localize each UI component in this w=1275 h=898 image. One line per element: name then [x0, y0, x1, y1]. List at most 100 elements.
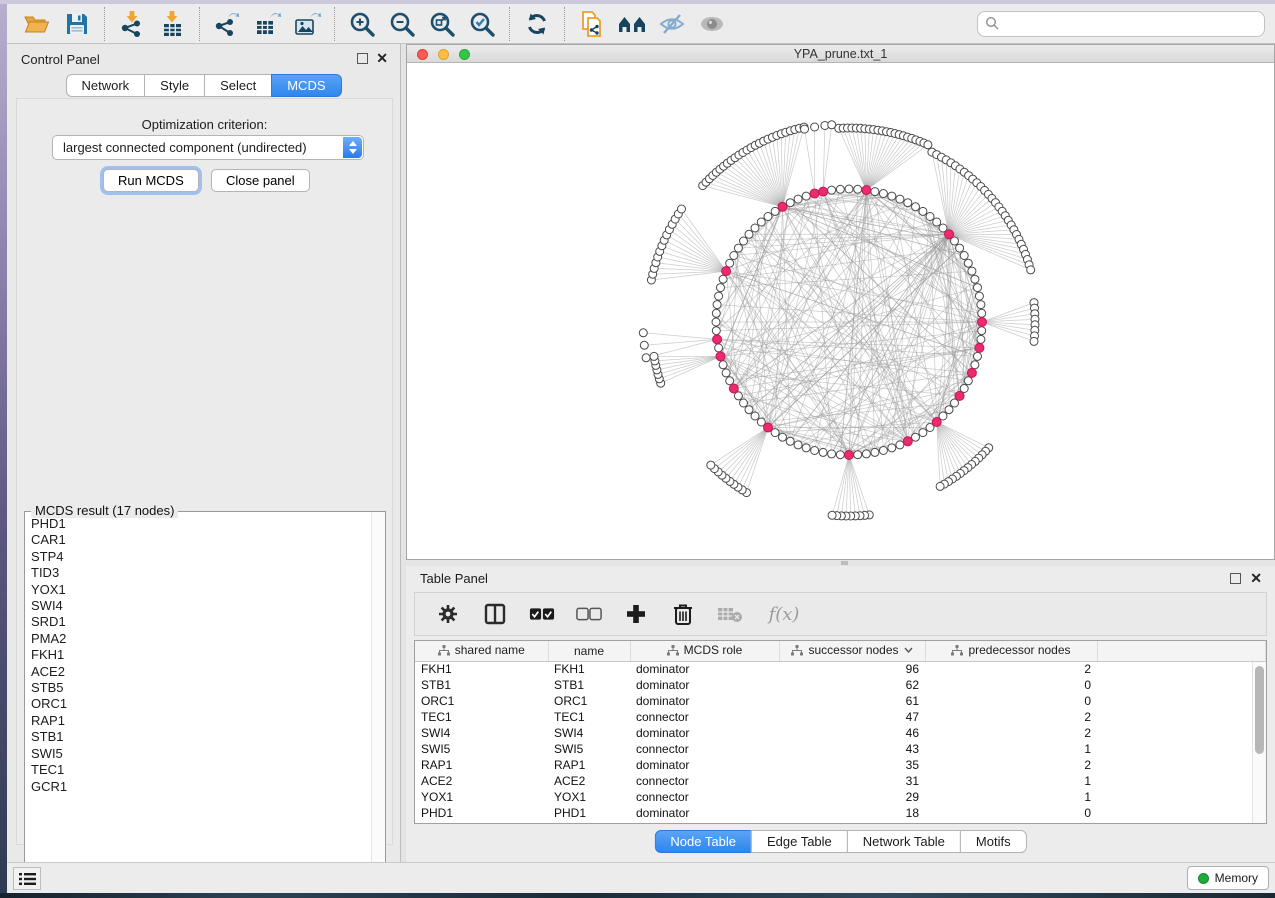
graph-hub-node[interactable] — [810, 189, 819, 198]
graph-node[interactable] — [975, 292, 983, 300]
table-cell[interactable]: 1 — [925, 789, 1097, 805]
tab-select[interactable]: Select — [204, 74, 272, 97]
graph-node[interactable] — [926, 213, 934, 221]
graph-node[interactable] — [968, 267, 976, 275]
mcds-result-list[interactable]: PHD1CAR1STP4TID3YOX1SWI4SRD1PMA2FKH1ACE2… — [31, 516, 369, 879]
graph-node[interactable] — [971, 275, 979, 283]
graph-node[interactable] — [836, 451, 844, 459]
graph-node[interactable] — [1030, 337, 1038, 345]
graph-node[interactable] — [896, 195, 904, 203]
table-cell[interactable]: 43 — [779, 741, 925, 757]
mcds-result-item[interactable]: PHD1 — [31, 516, 369, 532]
table-cell[interactable]: connector — [630, 709, 779, 725]
graph-node[interactable] — [786, 199, 794, 207]
table-cell[interactable]: 96 — [779, 661, 925, 677]
mcds-result-item[interactable]: FKH1 — [31, 647, 369, 663]
graph-hub-node[interactable] — [903, 437, 912, 446]
tab-network-table[interactable]: Network Table — [847, 830, 961, 853]
select-all-columns-button[interactable] — [529, 599, 555, 629]
table-cell[interactable]: FKH1 — [548, 661, 630, 677]
table-cell[interactable]: SWI4 — [415, 725, 548, 741]
graph-node[interactable] — [896, 441, 904, 449]
search-field[interactable] — [977, 11, 1265, 37]
table-cell[interactable]: dominator — [630, 725, 779, 741]
graph-node[interactable] — [794, 441, 802, 449]
table-row[interactable]: ORC1ORC1dominator610 — [415, 693, 1266, 709]
graph-hub-node[interactable] — [819, 187, 828, 196]
zoom-in-button[interactable] — [342, 7, 382, 41]
graph-node[interactable] — [751, 224, 759, 232]
table-panel-close-button[interactable]: ✕ — [1250, 571, 1262, 585]
mcds-result-item[interactable]: TID3 — [31, 565, 369, 581]
graph-node[interactable] — [740, 399, 748, 407]
table-cell[interactable]: 18 — [779, 805, 925, 821]
tab-style[interactable]: Style — [144, 74, 205, 97]
network-window-titlebar[interactable]: YPA_prune.txt_1 — [407, 45, 1274, 63]
graph-node[interactable] — [779, 433, 787, 441]
table-cell[interactable]: PHD1 — [548, 805, 630, 821]
graph-node[interactable] — [888, 444, 896, 452]
control-panel-float-button[interactable] — [357, 53, 368, 64]
graph-node[interactable] — [960, 252, 968, 260]
graph-node[interactable] — [712, 327, 720, 335]
graph-node[interactable] — [715, 344, 723, 352]
status-menu-button[interactable] — [13, 867, 41, 890]
graph-node[interactable] — [974, 352, 982, 360]
graph-node[interactable] — [912, 433, 920, 441]
table-cell[interactable]: 46 — [779, 725, 925, 741]
graph-node[interactable] — [845, 185, 853, 193]
table-row[interactable]: SWI4SWI4dominator462 — [415, 725, 1266, 741]
mcds-result-item[interactable]: SWI4 — [31, 598, 369, 614]
open-file-button[interactable] — [17, 7, 57, 41]
mcds-result-item[interactable]: STB5 — [31, 680, 369, 696]
table-cell[interactable]: STB1 — [548, 677, 630, 693]
table-cell[interactable]: 31 — [779, 773, 925, 789]
table-cell[interactable]: YOX1 — [415, 789, 548, 805]
search-input[interactable] — [1000, 16, 1257, 31]
graph-node[interactable] — [640, 341, 648, 349]
import-table-button[interactable] — [152, 7, 192, 41]
graph-node[interactable] — [751, 412, 759, 420]
show-all-button[interactable] — [692, 7, 732, 41]
graph-node[interactable] — [639, 329, 647, 337]
column-header-successor-nodes[interactable]: successor nodes — [779, 641, 925, 661]
graph-node[interactable] — [730, 252, 738, 260]
table-cell[interactable]: dominator — [630, 693, 779, 709]
graph-node[interactable] — [678, 205, 686, 213]
function-builder-button[interactable]: f(x) — [764, 599, 804, 629]
graph-node[interactable] — [912, 203, 920, 211]
table-cell[interactable] — [1097, 725, 1266, 741]
table-cell[interactable]: YOX1 — [548, 789, 630, 805]
mcds-result-item[interactable]: CAR1 — [31, 532, 369, 548]
graph-node[interactable] — [945, 406, 953, 414]
mcds-result-item[interactable]: PMA2 — [31, 631, 369, 647]
graph-hub-node[interactable] — [975, 343, 984, 352]
import-network-button[interactable] — [112, 7, 152, 41]
column-header-name[interactable]: name — [548, 641, 630, 661]
graph-node[interactable] — [964, 377, 972, 385]
graph-node[interactable] — [828, 511, 836, 519]
graph-node[interactable] — [904, 199, 912, 207]
run-mcds-button[interactable]: Run MCDS — [103, 169, 199, 192]
graph-node[interactable] — [722, 369, 730, 377]
graph-node[interactable] — [879, 190, 887, 198]
mcds-result-item[interactable]: RAP1 — [31, 713, 369, 729]
mcds-result-item[interactable]: STB1 — [31, 729, 369, 745]
table-cell[interactable]: ACE2 — [548, 773, 630, 789]
graph-node[interactable] — [977, 301, 985, 309]
graph-node[interactable] — [712, 309, 720, 317]
table-cell[interactable]: 35 — [779, 757, 925, 773]
table-cell[interactable]: connector — [630, 741, 779, 757]
table-cell[interactable]: ACE2 — [415, 773, 548, 789]
graph-node[interactable] — [828, 186, 836, 194]
table-cell[interactable] — [1097, 757, 1266, 773]
table-cell[interactable]: dominator — [630, 805, 779, 821]
graph-node[interactable] — [871, 188, 879, 196]
table-cell[interactable]: connector — [630, 773, 779, 789]
graph-node[interactable] — [871, 448, 879, 456]
graph-node[interactable] — [707, 461, 715, 469]
table-scrollbar-thumb[interactable] — [1255, 666, 1264, 754]
graph-node[interactable] — [794, 195, 802, 203]
graph-hub-node[interactable] — [967, 368, 976, 377]
table-cell[interactable] — [1097, 741, 1266, 757]
